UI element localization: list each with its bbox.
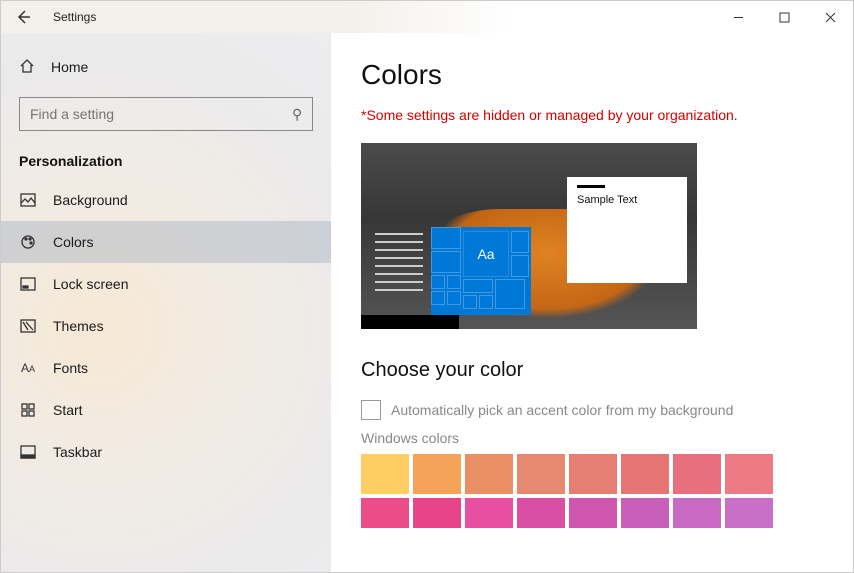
minimize-button[interactable] — [715, 1, 761, 33]
section-title: Personalization — [1, 131, 331, 179]
auto-pick-checkbox[interactable] — [361, 400, 381, 420]
sidebar-item-lockscreen[interactable]: Lock screen — [1, 263, 331, 305]
color-swatch[interactable] — [569, 454, 617, 494]
choose-color-heading: Choose your color — [361, 359, 823, 382]
body: Home ⚲ Personalization Background Colors — [1, 33, 853, 572]
color-swatch[interactable] — [725, 454, 773, 494]
settings-window: Settings Home ⚲ Personalization B — [0, 0, 854, 573]
maximize-button[interactable] — [761, 1, 807, 33]
color-swatch[interactable] — [413, 454, 461, 494]
color-swatch[interactable] — [361, 498, 409, 528]
themes-icon — [19, 318, 37, 334]
preview-sample-text: Sample Text — [577, 194, 677, 206]
lockscreen-icon — [19, 276, 37, 292]
page-title: Colors — [361, 59, 823, 91]
sidebar-item-label: Background — [53, 192, 128, 208]
sidebar-item-themes[interactable]: Themes — [1, 305, 331, 347]
home-icon — [19, 58, 35, 77]
sidebar-item-background[interactable]: Background — [1, 179, 331, 221]
window-title: Settings — [53, 10, 96, 24]
color-swatch[interactable] — [465, 498, 513, 528]
arrow-left-icon — [15, 9, 31, 25]
windows-colors-label: Windows colors — [361, 430, 823, 446]
preview-tile-aa: Aa — [463, 231, 509, 277]
color-swatch[interactable] — [361, 454, 409, 494]
color-swatch[interactable] — [413, 498, 461, 528]
preview-sample-window: Sample Text — [567, 177, 687, 283]
color-swatch[interactable] — [725, 498, 773, 528]
picture-icon — [19, 192, 37, 208]
sidebar-item-label: Start — [53, 402, 83, 418]
sidebar-item-label: Taskbar — [53, 444, 102, 460]
sidebar-item-label: Fonts — [53, 360, 88, 376]
home-label: Home — [51, 59, 88, 75]
color-swatch[interactable] — [673, 498, 721, 528]
window-controls — [715, 1, 853, 33]
sidebar-item-fonts[interactable]: AA Fonts — [1, 347, 331, 389]
color-swatch[interactable] — [621, 454, 669, 494]
sidebar-item-colors[interactable]: Colors — [1, 221, 331, 263]
color-swatch[interactable] — [517, 454, 565, 494]
back-button[interactable] — [1, 1, 45, 33]
swatch-grid — [361, 454, 823, 528]
org-warning: *Some settings are hidden or managed by … — [361, 107, 823, 123]
preview-start: Aa — [371, 227, 531, 315]
titlebar: Settings — [1, 1, 853, 33]
taskbar-icon — [19, 444, 37, 460]
color-swatch[interactable] — [673, 454, 721, 494]
sidebar-item-start[interactable]: Start — [1, 389, 331, 431]
sidebar: Home ⚲ Personalization Background Colors — [1, 33, 331, 572]
auto-pick-row[interactable]: Automatically pick an accent color from … — [361, 400, 823, 420]
fonts-icon: AA — [19, 361, 37, 375]
auto-pick-label: Automatically pick an accent color from … — [391, 402, 733, 418]
color-swatch[interactable] — [465, 454, 513, 494]
sidebar-item-label: Colors — [53, 234, 93, 250]
search-input[interactable] — [30, 106, 292, 122]
close-button[interactable] — [807, 1, 853, 33]
sidebar-item-label: Themes — [53, 318, 104, 334]
color-swatch[interactable] — [517, 498, 565, 528]
start-icon — [19, 402, 37, 418]
palette-icon — [19, 234, 37, 250]
main-content: Colors *Some settings are hidden or mana… — [331, 33, 853, 572]
color-swatch[interactable] — [621, 498, 669, 528]
home-nav[interactable]: Home — [1, 47, 331, 87]
sidebar-item-taskbar[interactable]: Taskbar — [1, 431, 331, 473]
search-input-wrapper[interactable]: ⚲ — [19, 97, 313, 131]
color-swatch[interactable] — [569, 498, 617, 528]
search-icon: ⚲ — [292, 106, 302, 123]
sidebar-item-label: Lock screen — [53, 276, 128, 292]
color-preview: Aa Sample Text — [361, 143, 697, 329]
